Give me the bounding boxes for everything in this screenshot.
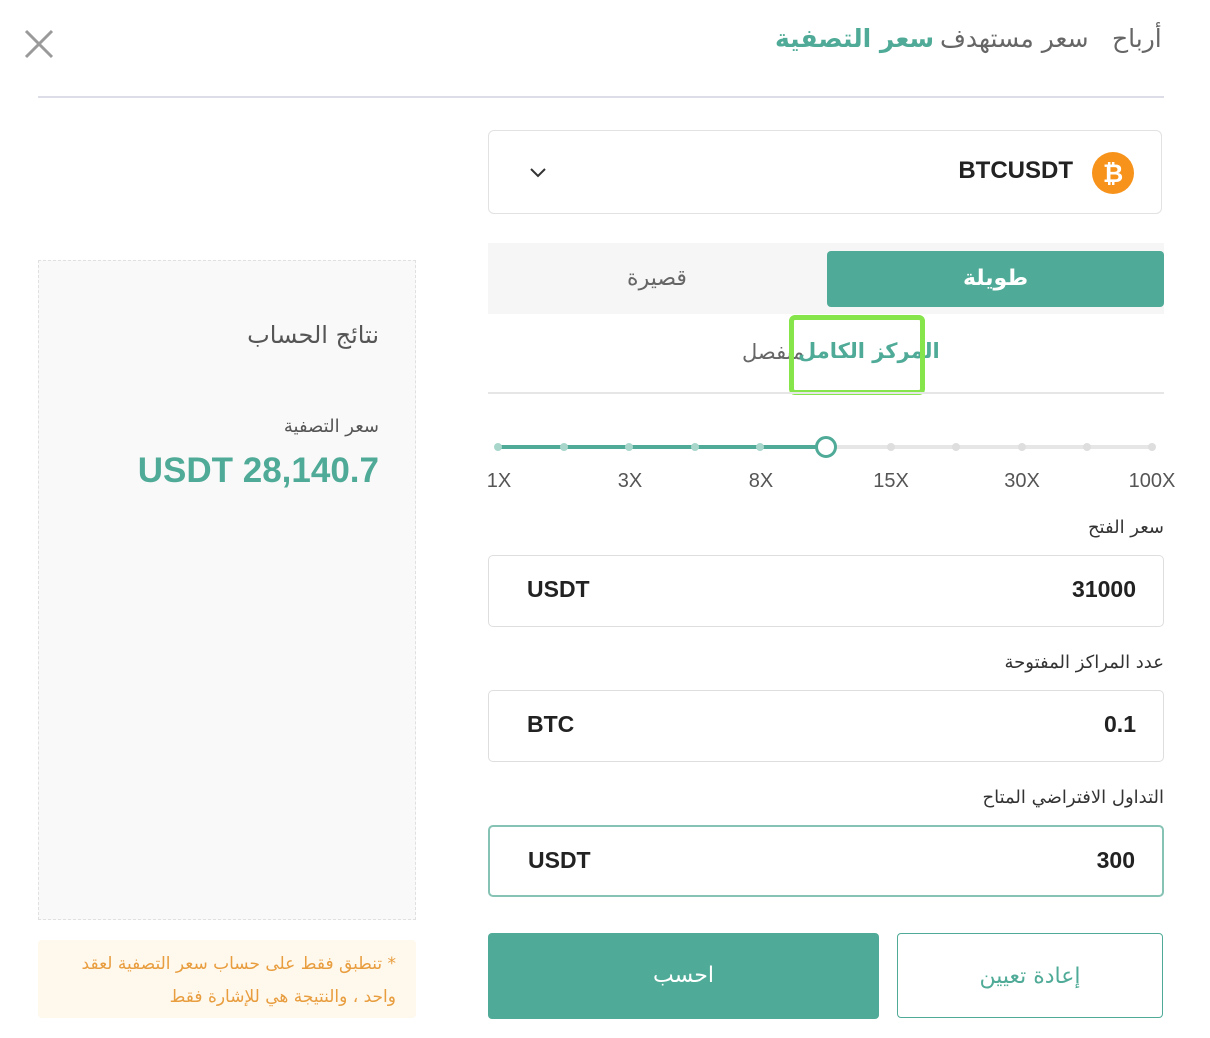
quantity-label: عدد المراكز المفتوحة	[1004, 652, 1164, 673]
leverage-tick	[1083, 443, 1091, 451]
quantity-value: 0.1	[1104, 711, 1136, 737]
leverage-tick	[756, 443, 764, 451]
balance-label: التداول الافتراضي المتاح	[982, 787, 1164, 808]
results-panel: نتائج الحساب سعر التصفية USDT 28,140.7	[38, 260, 416, 920]
liquidation-price-label: سعر التصفية	[283, 416, 379, 437]
leverage-tick	[560, 443, 568, 451]
chevron-down-icon	[529, 164, 547, 178]
entry-price-label: سعر الفتح	[1087, 517, 1164, 538]
entry-price-field[interactable]: USDT 31000	[488, 555, 1164, 627]
header-divider	[38, 96, 1164, 98]
margin-tabs-divider	[488, 392, 1164, 394]
quantity-unit: BTC	[527, 711, 575, 737]
leverage-tick-label[interactable]: 1X	[487, 470, 511, 493]
tab-profit[interactable]: أرباح	[1112, 24, 1162, 53]
tab-liquidation-price[interactable]: سعر التصفية	[775, 24, 934, 53]
leverage-tick	[625, 443, 633, 451]
leverage-tick-label[interactable]: 8X	[749, 470, 773, 493]
tab-target-price[interactable]: سعر مستهدف	[940, 24, 1089, 53]
balance-field[interactable]: USDT 300	[488, 825, 1164, 897]
quantity-field[interactable]: BTC 0.1	[488, 690, 1164, 762]
calculate-button[interactable]: احسب	[488, 933, 879, 1019]
entry-price-value: 31000	[1072, 576, 1136, 602]
disclaimer-note: * تنطبق فقط على حساب سعر التصفية لعقد وا…	[38, 940, 416, 1018]
leverage-tick-label[interactable]: 3X	[618, 470, 642, 493]
leverage-tick	[887, 443, 895, 451]
bitcoin-icon: ₿	[1092, 152, 1134, 194]
pair-symbol: BTCUSDT	[958, 157, 1073, 184]
position-side-toggle: طويلة قصيرة	[488, 243, 1164, 314]
tab-short[interactable]: قصيرة	[488, 251, 826, 307]
results-title: نتائج الحساب	[247, 321, 379, 349]
leverage-tick	[1148, 443, 1156, 451]
leverage-slider-fill	[498, 445, 825, 449]
liquidation-price-value: USDT 28,140.7	[137, 451, 379, 490]
balance-unit: USDT	[528, 847, 591, 873]
reset-button[interactable]: إعادة تعيين	[897, 933, 1163, 1018]
leverage-tick-label[interactable]: 30X	[1004, 470, 1040, 493]
entry-price-unit: USDT	[527, 576, 590, 602]
balance-value: 300	[1096, 847, 1135, 873]
tab-long[interactable]: طويلة	[827, 251, 1164, 307]
svg-text:₿: ₿	[1103, 159, 1123, 188]
leverage-tick	[691, 443, 699, 451]
leverage-tick	[1018, 443, 1026, 451]
close-icon[interactable]	[22, 27, 56, 61]
pair-select[interactable]: ₿ BTCUSDT	[488, 130, 1162, 214]
leverage-tick	[952, 443, 960, 451]
leverage-tick	[494, 443, 502, 451]
leverage-tick-label[interactable]: 100X	[1129, 470, 1176, 493]
leverage-tick-label[interactable]: 15X	[873, 470, 909, 493]
leverage-slider-thumb[interactable]	[815, 436, 837, 458]
highlight-box	[789, 315, 925, 395]
